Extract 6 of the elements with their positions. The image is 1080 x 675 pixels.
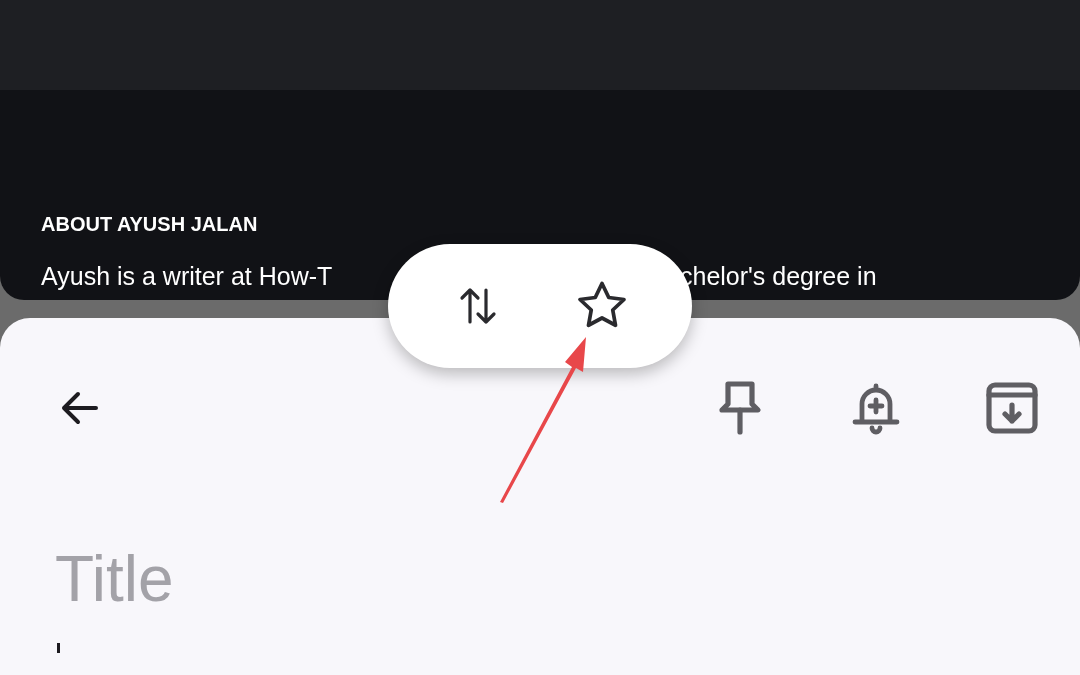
archive-box-icon (985, 381, 1039, 435)
section-heading: ABOUT AYUSH JALAN (41, 212, 258, 236)
title-field[interactable]: Title (55, 543, 555, 615)
text-cursor (57, 643, 60, 653)
pin-icon (718, 378, 762, 438)
bio-text: Ayush is a writer at How-T (41, 262, 334, 290)
